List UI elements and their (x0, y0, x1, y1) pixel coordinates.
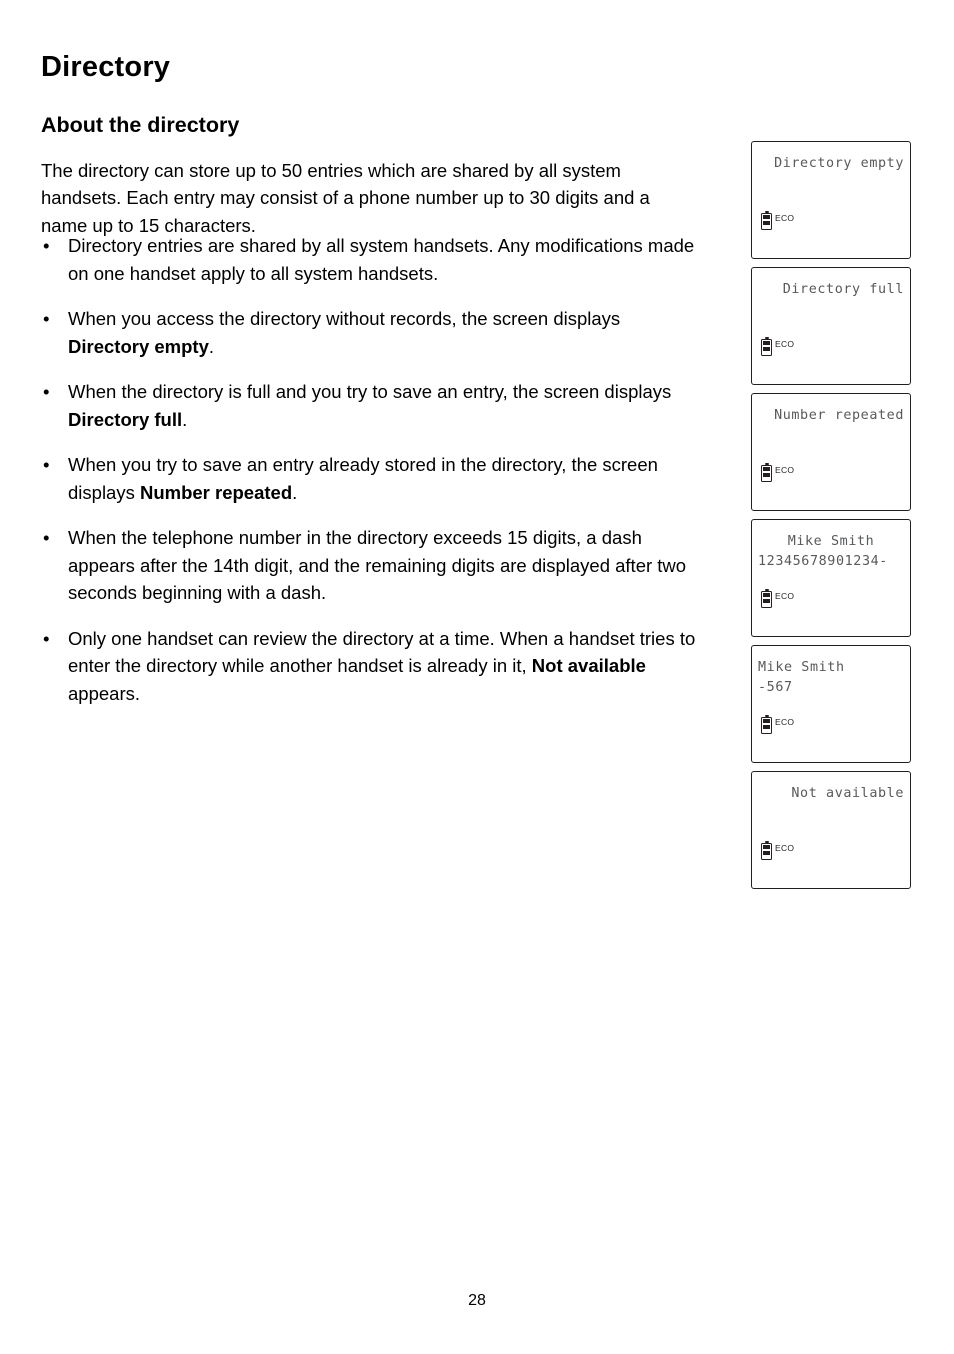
eco-indicator: ECO (775, 843, 795, 853)
lcd-screen-mike-smith-remaining-digits: Mike Smith -567 ECO (751, 645, 911, 763)
bullet-marker: • (43, 308, 50, 329)
lcd-text-area: Not available (752, 784, 910, 804)
bullet-text-run: . (182, 408, 188, 430)
battery-bar (763, 845, 770, 849)
bullet-list: • Directory entries are shared by all sys… (41, 232, 706, 725)
bullet-marker: • (43, 627, 50, 649)
bullet-text-run: . (208, 335, 214, 357)
lcd-text-area: Number repeated (752, 406, 910, 426)
bullet-text: Only one handset can review the director… (68, 628, 695, 704)
intro-paragraph: The directory can store up to 50 entries… (41, 159, 650, 236)
battery-bar (763, 220, 770, 225)
bullet-emphasis: Directory empty (68, 335, 209, 357)
bullet-marker: • (43, 454, 50, 475)
bullet-text: When you try to save an entry already st… (68, 454, 658, 503)
page-number: 28 (468, 1292, 486, 1309)
battery-bar (763, 850, 770, 855)
bullet-text-run: When the telephone number in the directo… (68, 527, 687, 603)
bullet-item: • When the telephone number in the direct… (41, 524, 706, 607)
eco-indicator: ECO (775, 717, 795, 727)
section-title: About the directory (41, 112, 240, 137)
bullet-text-run: When the directory is full and you try t… (68, 381, 672, 402)
bullet-emphasis: Number repeated (139, 481, 293, 503)
lcd-status-bar: ECO (761, 840, 795, 860)
battery-icon (761, 462, 772, 482)
battery-icon (761, 840, 772, 860)
lcd-text-area: Mike Smith -567 (752, 658, 910, 698)
lcd-screen-number-repeated: Number repeated ECO (751, 393, 911, 511)
battery-bar (763, 724, 770, 729)
document-page: Directory About the directory The direct… (0, 0, 954, 1354)
lcd-status-bar: ECO (761, 462, 795, 482)
lcd-line: -567 (758, 680, 793, 695)
bullet-emphasis: Directory full (68, 408, 183, 430)
battery-icon (761, 714, 772, 734)
lcd-line: Directory empty (774, 156, 904, 171)
bullet-text-run: Directory entries are shared by all syst… (68, 235, 695, 284)
bullet-item: • Directory entries are shared by all sys… (41, 232, 706, 287)
lcd-line: Directory full (782, 282, 904, 297)
bullet-text: When you access the directory without re… (68, 308, 620, 357)
bullet-text: When the directory is full and you try t… (68, 381, 671, 430)
lcd-text-area: Directory full (752, 280, 910, 300)
lcd-text-area: Mike Smith 12345678901234- (752, 532, 910, 572)
bullet-item: • Only one handset can review the directo… (41, 625, 706, 708)
battery-bar (763, 472, 770, 477)
bullet-item: • When you access the directory without r… (41, 305, 706, 360)
battery-bar (763, 598, 770, 603)
lcd-screen-directory-empty: Directory empty ECO (751, 141, 911, 259)
bullet-marker: • (43, 527, 50, 548)
battery-bar (763, 341, 770, 345)
page-title: Directory (41, 51, 171, 84)
bullet-text-run: appears. (68, 682, 140, 704)
battery-icon (761, 336, 772, 356)
bullet-item: • When the directory is full and you try … (41, 378, 706, 433)
bullet-text: Directory entries are shared by all syst… (68, 235, 694, 284)
bullet-item: • When you try to save an entry already s… (41, 451, 706, 506)
battery-bar (763, 215, 770, 219)
lcd-line: Number repeated (774, 408, 904, 423)
lcd-screen-figures: Directory empty ECO Directory full ECO Numbe… (751, 141, 913, 897)
eco-indicator: ECO (775, 465, 795, 475)
battery-bar (763, 346, 770, 351)
lcd-status-bar: ECO (761, 210, 795, 230)
lcd-status-bar: ECO (761, 588, 795, 608)
battery-bar (763, 593, 770, 597)
battery-icon (761, 210, 772, 230)
eco-indicator: ECO (775, 339, 795, 349)
bullet-text-run: When you access the directory without re… (68, 308, 621, 329)
eco-indicator: ECO (775, 213, 795, 223)
bullet-marker: • (43, 381, 50, 402)
lcd-line: Not available (791, 786, 904, 801)
lcd-text-area: Directory empty (752, 154, 910, 174)
lcd-screen-mike-smith-long-number: Mike Smith 12345678901234- ECO (751, 519, 911, 637)
bullet-text: When the telephone number in the directo… (68, 527, 686, 603)
eco-indicator: ECO (775, 591, 795, 601)
lcd-line: Mike Smith (787, 534, 875, 549)
lcd-status-bar: ECO (761, 714, 795, 734)
bullet-marker: • (43, 235, 50, 256)
lcd-line: 12345678901234- (758, 554, 888, 569)
lcd-status-bar: ECO (761, 336, 795, 356)
lcd-line: Mike Smith (758, 660, 845, 675)
bullet-text-run: . (292, 481, 298, 503)
lcd-screen-not-available: Not available ECO (751, 771, 911, 889)
lcd-screen-directory-full: Directory full ECO (751, 267, 911, 385)
battery-bar (763, 719, 770, 723)
battery-icon (761, 588, 772, 608)
bullet-emphasis: Not available (531, 655, 646, 676)
battery-bar (763, 467, 770, 471)
